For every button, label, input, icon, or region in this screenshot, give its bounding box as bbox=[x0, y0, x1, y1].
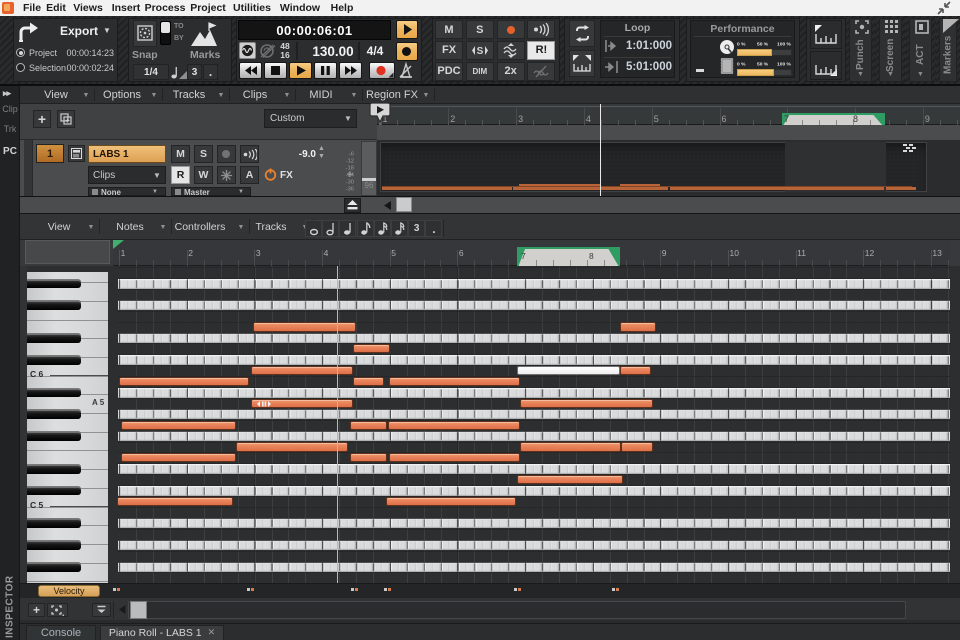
svg-text:S: S bbox=[476, 46, 483, 56]
